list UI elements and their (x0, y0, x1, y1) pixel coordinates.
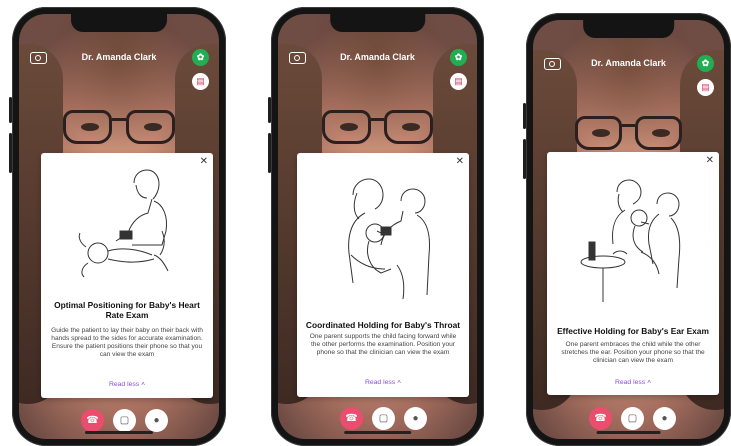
read-less-label: Read less (108, 381, 140, 388)
doctor-video-feed (63, 110, 175, 150)
phone-mockup-1: Dr. Amanda Clark ✿ ▤ ✕ Optimal Positioni… (9, 7, 226, 446)
doctor-video-feed (321, 110, 434, 150)
instruction-card: ✕ Coordinated Holding for Baby's Throat … (297, 153, 469, 397)
instruction-card: ✕ Optimal Positioning for Baby's Heart R… (41, 153, 213, 398)
side-button (268, 133, 271, 173)
video-call-screen: Dr. Amanda Clark ✿ ▤ ✕ (19, 14, 219, 439)
doctor-name: Dr. Amanda Clark (340, 52, 415, 62)
card-title: Coordinated Holding for Baby's Throat (305, 320, 461, 330)
chevron-up-icon: ˄ (141, 381, 146, 388)
phone-notch (71, 14, 167, 32)
chevron-up-icon: ˄ (397, 379, 402, 386)
throat-exam-illustration (348, 178, 430, 300)
card-description: One parent supports the child facing for… (309, 333, 457, 356)
close-icon[interactable]: ✕ (200, 157, 208, 167)
read-less-label: Read less (614, 379, 646, 386)
card-title: Effective Holding for Baby's Ear Exam (557, 326, 709, 336)
leaf-status-icon[interactable]: ✿ (192, 49, 209, 66)
side-button (9, 133, 12, 173)
card-title: Optimal Positioning for Baby's Heart Rat… (54, 300, 200, 320)
read-less-label: Read less (364, 379, 396, 386)
ear-exam-illustration (580, 179, 681, 302)
doctor-name: Dr. Amanda Clark (81, 52, 157, 62)
phone-mockup-3: Dr. Amanda Clark ✿ ▤ ✕ Effective Holding… (523, 13, 731, 446)
close-icon[interactable]: ✕ (706, 156, 714, 166)
phone-notch (329, 14, 426, 32)
end-call-button[interactable]: ☎ (81, 409, 104, 432)
end-call-button[interactable]: ☎ (589, 407, 612, 430)
home-indicator (343, 431, 412, 434)
leaf-status-icon[interactable]: ✿ (697, 55, 714, 72)
home-indicator (596, 431, 661, 434)
home-indicator (85, 431, 153, 434)
medical-kit-icon[interactable]: ▤ (192, 73, 209, 90)
side-button (523, 103, 526, 129)
chevron-up-icon: ˄ (647, 379, 652, 386)
instruction-card: ✕ Effective Holding for Baby's Ear Exam … (547, 152, 719, 395)
heart-rate-exam-illustration (78, 169, 169, 278)
leaf-status-icon[interactable]: ✿ (450, 49, 467, 66)
card-description: Guide the patient to lay their baby on t… (51, 327, 203, 358)
doctor-video-feed (575, 116, 682, 156)
read-less-link[interactable]: Read less ˄ (41, 381, 213, 388)
side-button (9, 97, 12, 123)
medical-kit-icon[interactable]: ▤ (450, 73, 467, 90)
microphone-button[interactable]: ● (404, 407, 427, 430)
close-icon[interactable]: ✕ (456, 157, 464, 167)
card-description: One parent embraces the child while the … (561, 341, 705, 364)
read-less-link[interactable]: Read less ˄ (547, 379, 719, 386)
medical-kit-icon[interactable]: ▤ (697, 79, 714, 96)
video-toggle-button[interactable]: ▢ (621, 407, 644, 430)
phone-notch (582, 20, 675, 38)
doctor-name: Dr. Amanda Clark (591, 58, 666, 68)
side-button (523, 139, 526, 179)
video-call-screen: Dr. Amanda Clark ✿ ▤ ✕ (278, 14, 477, 439)
microphone-button[interactable]: ● (145, 409, 168, 432)
video-toggle-button[interactable]: ▢ (113, 409, 136, 432)
read-less-link[interactable]: Read less ˄ (297, 379, 469, 386)
end-call-button[interactable]: ☎ (340, 407, 363, 430)
video-toggle-button[interactable]: ▢ (372, 407, 395, 430)
side-button (268, 97, 271, 123)
microphone-button[interactable]: ● (653, 407, 676, 430)
phone-mockup-2: Dr. Amanda Clark ✿ ▤ ✕ Coordinated Holdi… (268, 7, 484, 446)
video-call-screen: Dr. Amanda Clark ✿ ▤ ✕ (533, 20, 724, 439)
